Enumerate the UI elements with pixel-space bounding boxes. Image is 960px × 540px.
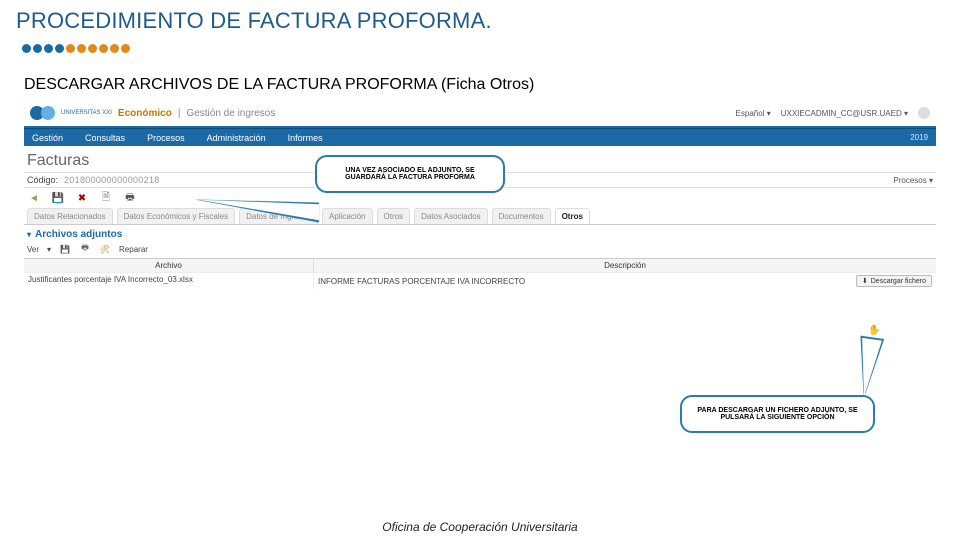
main-menu: Gestión Consultas Procesos Administración In… bbox=[24, 128, 936, 146]
codigo-label: Código: bbox=[27, 175, 58, 185]
tab[interactable]: Datos Asociados bbox=[414, 208, 488, 224]
tab[interactable]: Otros bbox=[377, 208, 411, 224]
collapse-icon: ▾ bbox=[27, 230, 31, 239]
brand-logo bbox=[30, 106, 55, 120]
cell-descripcion: INFORME FACTURAS PORCENTAJE IVA INCORREC… bbox=[318, 277, 525, 286]
section-label: Gestión de ingresos bbox=[186, 108, 275, 119]
print-icon[interactable]: 🖶 bbox=[79, 243, 91, 255]
reparar-label[interactable]: Reparar bbox=[119, 245, 148, 254]
dot-icon bbox=[121, 44, 130, 53]
menu-item[interactable]: Administración bbox=[207, 133, 266, 143]
chevron-down-icon: ▾ bbox=[767, 109, 771, 118]
app-header: UNIVERSITAS XXI Económico | Gestión de i… bbox=[24, 100, 936, 126]
year-badge: 2019 bbox=[910, 133, 928, 142]
dot-icon bbox=[77, 44, 86, 53]
tab[interactable]: Aplicación bbox=[322, 208, 372, 224]
doc-icon[interactable]: 🗎 bbox=[99, 191, 113, 205]
module-label: Económico bbox=[118, 108, 172, 119]
download-file-button[interactable]: ⬇ Descargar fichero bbox=[856, 275, 932, 287]
table-row: Justificantes porcentaje IVA Incorrecto_… bbox=[24, 272, 936, 289]
dot-icon bbox=[66, 44, 75, 53]
chevron-down-icon: ▾ bbox=[904, 109, 908, 118]
cell-archivo: Justificantes porcentaje IVA Incorrecto_… bbox=[24, 273, 314, 289]
section-subtitle: DESCARGAR ARCHIVOS DE LA FACTURA PROFORM… bbox=[24, 76, 534, 94]
tabs: Datos RelacionadosDatos Económicos y Fis… bbox=[24, 208, 936, 225]
download-icon: ⬇ bbox=[862, 277, 868, 285]
back-icon[interactable]: ◄ bbox=[27, 191, 41, 205]
procesos-menu[interactable]: Procesos ▾ bbox=[893, 176, 933, 185]
save-icon[interactable]: 💾 bbox=[51, 191, 65, 205]
dot-icon bbox=[55, 44, 64, 53]
delete-icon[interactable]: ✖ bbox=[75, 191, 89, 205]
ver-label: Ver bbox=[27, 245, 39, 254]
tab[interactable]: Documentos bbox=[492, 208, 551, 224]
codigo-value: 201800000000000218 bbox=[64, 175, 160, 185]
chevron-down-icon: ▾ bbox=[929, 176, 933, 185]
dot-icon bbox=[33, 44, 42, 53]
attachments-grid: Archivo Descripción Justificantes porcen… bbox=[24, 258, 936, 289]
page-title: PROCEDIMIENTO DE FACTURA PROFORMA. bbox=[16, 8, 492, 34]
avatar[interactable] bbox=[918, 107, 930, 119]
brand-sub: UNIVERSITAS XXI bbox=[61, 110, 112, 116]
col-archivo: Archivo bbox=[24, 259, 314, 272]
attachments-panel-title: Archivos adjuntos bbox=[35, 229, 122, 240]
dot-icon bbox=[22, 44, 31, 53]
col-descripcion: Descripción bbox=[314, 259, 936, 272]
dot-icon bbox=[88, 44, 97, 53]
tab[interactable]: Otros bbox=[555, 208, 590, 224]
print-icon[interactable]: 🖶 bbox=[123, 191, 137, 205]
menu-item[interactable]: Procesos bbox=[147, 133, 185, 143]
cursor-icon: ✋ bbox=[868, 325, 880, 336]
lang-switch[interactable]: Español ▾ bbox=[736, 109, 771, 118]
dot-icon bbox=[44, 44, 53, 53]
decorative-dots bbox=[22, 44, 130, 53]
chevron-down-icon[interactable]: ▾ bbox=[47, 245, 51, 254]
dot-icon bbox=[110, 44, 119, 53]
menu-item[interactable]: Gestión bbox=[32, 133, 63, 143]
tab[interactable]: Datos Relacionados bbox=[27, 208, 113, 224]
callout-save: UNA VEZ ASOCIADO EL ADJUNTO, SE GUARDARÁ… bbox=[315, 155, 505, 193]
user-menu[interactable]: UXXIECADMIN_CC@USR.UAED ▾ bbox=[781, 109, 908, 118]
menu-item[interactable]: Informes bbox=[288, 133, 323, 143]
footer-text: Oficina de Cooperación Universitaria bbox=[0, 520, 960, 534]
attachments-panel-header[interactable]: ▾ Archivos adjuntos bbox=[24, 225, 936, 242]
save-icon[interactable]: 💾 bbox=[59, 243, 71, 255]
callout-download: PARA DESCARGAR UN FICHERO ADJUNTO, SE PU… bbox=[680, 395, 875, 433]
dot-icon bbox=[99, 44, 108, 53]
download-label: Descargar fichero bbox=[871, 278, 926, 285]
module-divider: | bbox=[178, 108, 181, 119]
repair-icon[interactable]: 🛠 bbox=[99, 243, 111, 255]
menu-item[interactable]: Consultas bbox=[85, 133, 125, 143]
